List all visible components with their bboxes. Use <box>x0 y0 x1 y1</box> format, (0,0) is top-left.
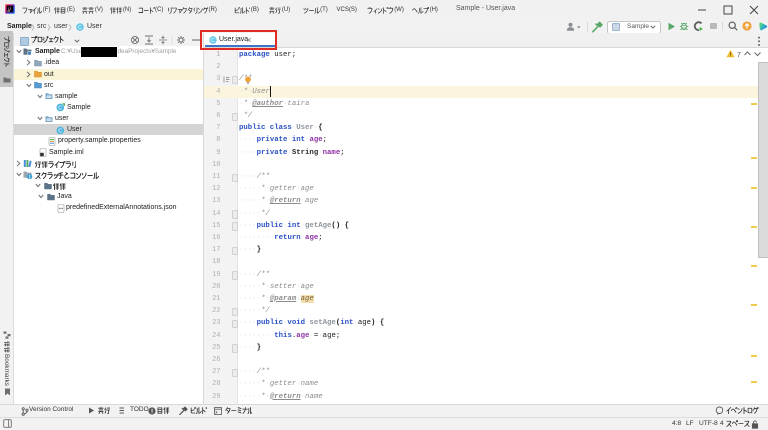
svg-text:7: 7 <box>737 52 741 59</box>
svg-text:C: C <box>58 128 62 134</box>
svg-text:C: C <box>78 25 82 31</box>
svg-text:C: C <box>58 106 62 112</box>
svg-text:IJ: IJ <box>8 6 11 10</box>
